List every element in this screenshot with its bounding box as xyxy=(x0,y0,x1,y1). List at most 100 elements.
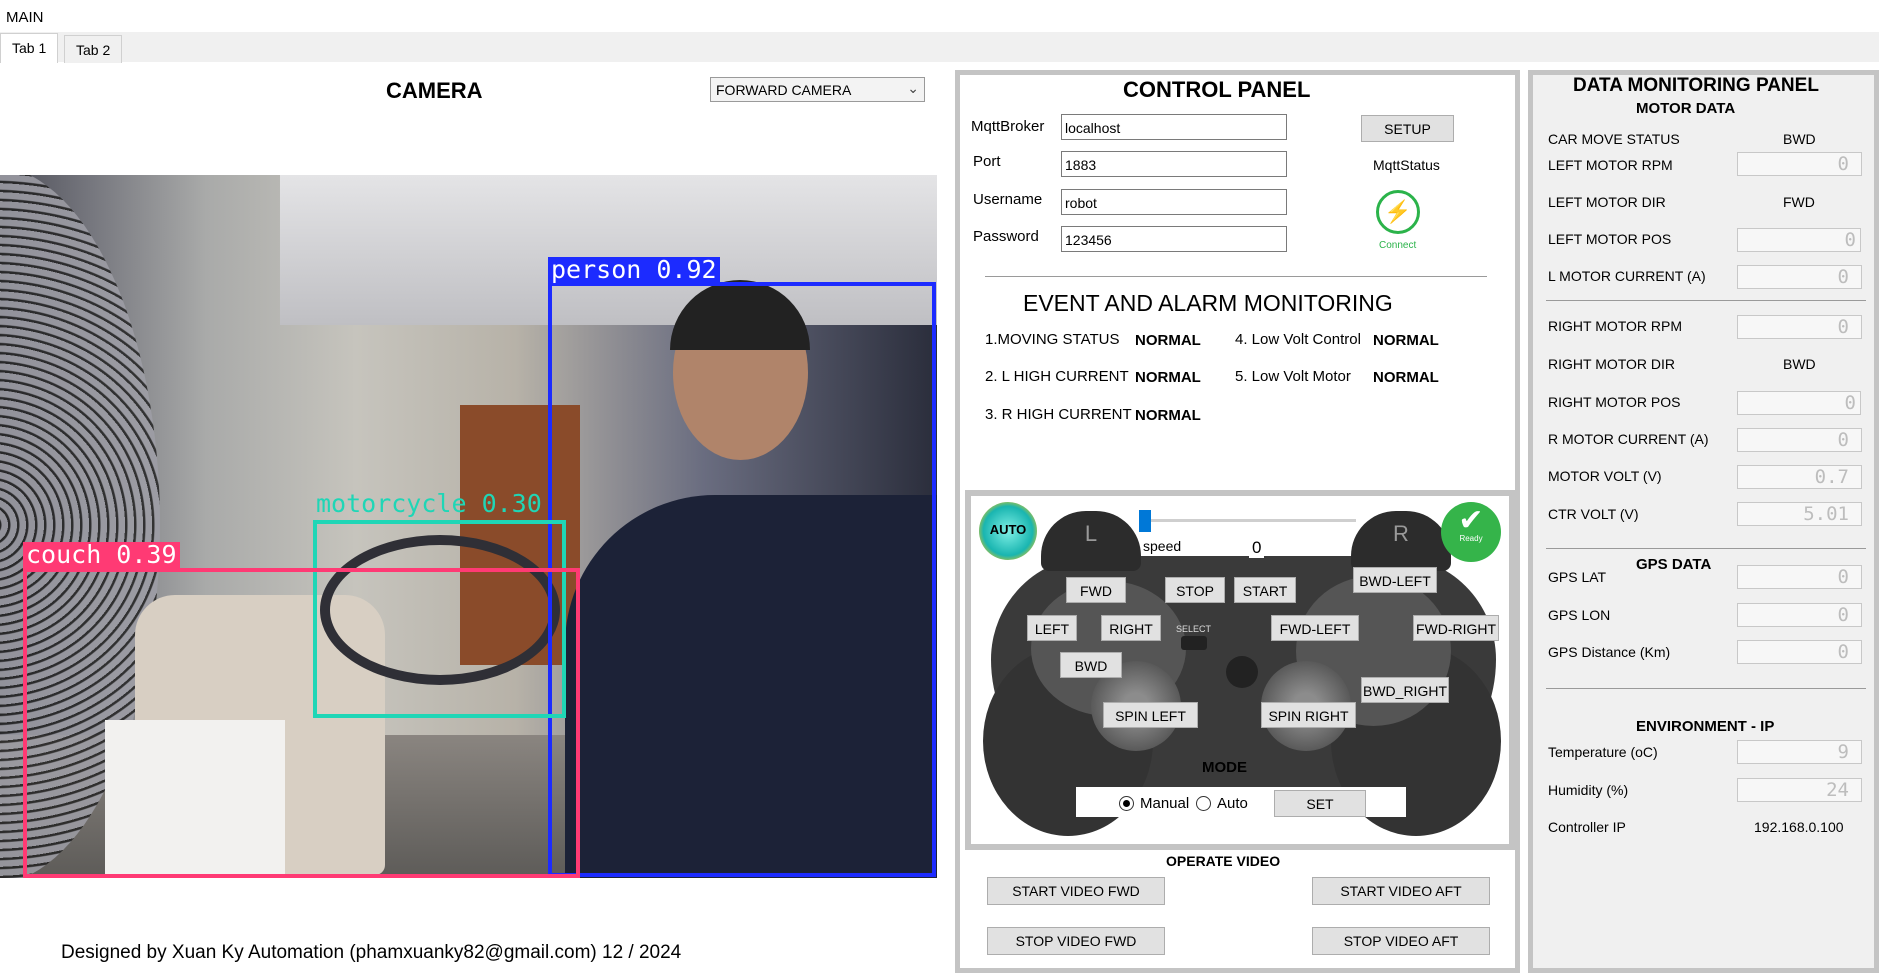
left-motor-dir-label: LEFT MOTOR DIR xyxy=(1548,194,1666,210)
gps-lat-label: GPS LAT xyxy=(1548,569,1607,585)
center-button-icon xyxy=(1226,656,1258,688)
tab-2[interactable]: Tab 2 xyxy=(64,35,123,63)
window-titlebar: MAIN xyxy=(0,0,1879,32)
mqtt-broker-label: MqttBroker xyxy=(971,118,1045,135)
camera-title: CAMERA xyxy=(386,78,483,103)
start-button[interactable]: START xyxy=(1234,577,1296,603)
speed-slider-thumb[interactable] xyxy=(1139,510,1151,532)
stop-video-fwd-button[interactable]: STOP VIDEO FWD xyxy=(987,927,1165,955)
detection-box-couch xyxy=(23,568,580,878)
mode-auto-radio[interactable] xyxy=(1196,796,1211,811)
detection-label-person: person 0.92 xyxy=(548,257,720,283)
port-label: Port xyxy=(973,153,1001,170)
divider xyxy=(1546,548,1866,549)
footer-credit: Designed by Xuan Ky Automation (phamxuan… xyxy=(61,942,682,963)
setup-button[interactable]: SETUP xyxy=(1361,115,1454,142)
gps-lon-label: GPS LON xyxy=(1548,607,1611,623)
temperature-display: 9 xyxy=(1737,740,1862,764)
port-input[interactable]: 1883 xyxy=(1061,151,1287,177)
password-input[interactable]: 123456 xyxy=(1061,226,1287,252)
event-low-volt-control-value: NORMAL xyxy=(1373,332,1439,349)
left-motor-pos-display: 0 xyxy=(1737,228,1861,252)
mode-title: MODE xyxy=(1202,759,1247,776)
right-motor-pos-label: RIGHT MOTOR POS xyxy=(1548,394,1681,410)
mode-set-button[interactable]: SET xyxy=(1274,790,1366,817)
detection-label-motorcycle: motorcycle 0.30 xyxy=(316,489,542,518)
mode-manual-radio[interactable] xyxy=(1119,796,1134,811)
car-move-status-label: CAR MOVE STATUS xyxy=(1548,131,1680,147)
mqtt-status-label: MqttStatus xyxy=(1373,157,1440,173)
monitor-title: DATA MONITORING PANEL xyxy=(1573,75,1819,96)
tab-1[interactable]: Tab 1 xyxy=(0,33,59,63)
mode-auto-label: Auto xyxy=(1217,795,1248,812)
fwd-button[interactable]: FWD xyxy=(1066,577,1126,603)
speed-label: speed xyxy=(1141,538,1184,554)
stop-button[interactable]: STOP xyxy=(1165,577,1225,603)
bwd-left-button[interactable]: BWD-LEFT xyxy=(1353,567,1437,593)
username-label: Username xyxy=(973,191,1043,208)
humidity-display: 24 xyxy=(1737,778,1862,802)
right-button[interactable]: RIGHT xyxy=(1101,615,1161,641)
bwd-right-button[interactable]: BWD_RIGHT xyxy=(1361,677,1449,703)
camera-feed: person 0.92 motorcycle 0.30 couch 0.39 xyxy=(0,175,937,878)
gps-data-title: GPS DATA xyxy=(1636,556,1712,573)
left-motor-dir-value: FWD xyxy=(1783,194,1815,210)
camera-select[interactable]: FORWARD CAMERA ⌄ xyxy=(710,77,925,102)
event-r-high-current-value: NORMAL xyxy=(1135,407,1201,424)
gps-lat-display: 0 xyxy=(1737,565,1862,589)
detection-label-couch: couch 0.39 xyxy=(23,542,180,568)
event-low-volt-motor-label: 5. Low Volt Motor xyxy=(1235,368,1351,385)
camera-select-value: FORWARD CAMERA xyxy=(716,82,852,98)
right-motor-dir-label: RIGHT MOTOR DIR xyxy=(1548,356,1676,372)
event-l-high-current-label: 2. L HIGH CURRENT xyxy=(985,368,1129,385)
car-move-status-value: BWD xyxy=(1783,131,1816,147)
window-title: MAIN xyxy=(6,9,44,26)
event-low-volt-control-label: 4. Low Volt Control xyxy=(1235,331,1361,348)
fwd-left-button[interactable]: FWD-LEFT xyxy=(1271,615,1359,641)
ready-badge-text: Ready xyxy=(1459,534,1483,543)
right-motor-rpm-display: 0 xyxy=(1737,315,1862,339)
left-motor-pos-label: LEFT MOTOR POS xyxy=(1548,231,1672,247)
temperature-label: Temperature (oC) xyxy=(1548,744,1658,760)
event-moving-status-value: NORMAL xyxy=(1135,332,1201,349)
stop-video-aft-button[interactable]: STOP VIDEO AFT xyxy=(1312,927,1490,955)
event-r-high-current-label: 3. R HIGH CURRENT xyxy=(985,406,1132,423)
detection-box-person xyxy=(548,282,936,877)
tab-strip: Tab 1 Tab 2 xyxy=(0,32,1879,63)
start-video-fwd-button[interactable]: START VIDEO FWD xyxy=(987,877,1165,905)
left-motor-rpm-label: LEFT MOTOR RPM xyxy=(1548,157,1673,173)
environment-title: ENVIRONMENT - IP xyxy=(1636,718,1775,735)
gps-lon-display: 0 xyxy=(1737,603,1862,627)
username-input[interactable]: robot xyxy=(1061,189,1287,215)
auto-badge[interactable]: AUTO xyxy=(979,502,1037,560)
plug-icon[interactable]: ⚡ xyxy=(1376,190,1420,234)
right-motor-dir-value: BWD xyxy=(1783,356,1816,372)
shoulder-left-button: L xyxy=(1041,511,1141,571)
ready-badge: ✔ Ready xyxy=(1441,502,1501,562)
motor-data-title: MOTOR DATA xyxy=(1636,100,1736,117)
control-panel-title: CONTROL PANEL xyxy=(1123,77,1311,102)
mode-manual-label: Manual xyxy=(1140,795,1190,812)
operate-video-title: OPERATE VIDEO xyxy=(1166,853,1281,869)
motor-volt-label: MOTOR VOLT (V) xyxy=(1548,468,1662,484)
gps-distance-label: GPS Distance (Km) xyxy=(1548,644,1671,660)
gps-distance-display: 0 xyxy=(1737,640,1862,664)
divider xyxy=(1546,688,1866,689)
event-l-high-current-value: NORMAL xyxy=(1135,369,1201,386)
event-moving-status-label: 1.MOVING STATUS xyxy=(985,331,1120,348)
bwd-button[interactable]: BWD xyxy=(1060,652,1122,678)
left-button[interactable]: LEFT xyxy=(1027,615,1077,641)
controller-ip-label: Controller IP xyxy=(1548,819,1626,835)
controller-ip-value: 192.168.0.100 xyxy=(1754,819,1844,835)
left-motor-rpm-display: 0 xyxy=(1737,152,1862,176)
speed-slider-track[interactable] xyxy=(1141,519,1356,522)
event-monitor-title: EVENT AND ALARM MONITORING xyxy=(1023,290,1393,316)
fwd-right-button[interactable]: FWD-RIGHT xyxy=(1413,615,1499,641)
mqtt-broker-input[interactable]: localhost xyxy=(1061,114,1287,140)
shoulder-right-button: R xyxy=(1351,511,1451,571)
select-text: SELECT xyxy=(1176,624,1212,634)
speed-value: 0 xyxy=(1249,538,1265,558)
start-video-aft-button[interactable]: START VIDEO AFT xyxy=(1312,877,1490,905)
spin-right-button[interactable]: SPIN RIGHT xyxy=(1261,702,1356,728)
spin-left-button[interactable]: SPIN LEFT xyxy=(1103,702,1198,728)
